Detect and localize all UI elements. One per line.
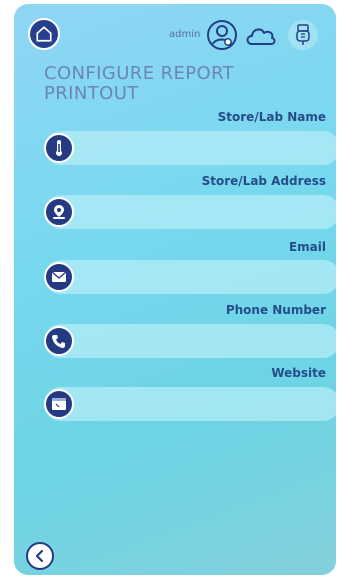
cloud-button[interactable] (244, 19, 278, 51)
chevron-left-icon (35, 549, 44, 563)
location-pin-icon (44, 197, 74, 227)
store-address-label: Store/Lab Address (201, 174, 326, 188)
page-title: CONFIGURE REPORT PRINTOUT (44, 63, 235, 104)
user-settings-icon (207, 20, 237, 50)
configure-report-screen: admin CONFIGURE REPORT PRINTOUT Store/La… (14, 4, 336, 575)
phone-number-label: Phone Number (225, 303, 326, 317)
store-address-field[interactable] (44, 195, 336, 231)
browser-window-icon (44, 389, 74, 419)
usb-button[interactable] (288, 20, 318, 50)
user-settings-button[interactable] (206, 19, 238, 51)
store-name-label: Store/Lab Name (217, 110, 326, 124)
cloud-icon (246, 28, 276, 45)
store-name-field[interactable] (44, 131, 336, 167)
email-label: Email (288, 240, 326, 254)
usb-icon (296, 24, 310, 45)
store-name-input[interactable] (84, 131, 328, 167)
store-address-input[interactable] (84, 195, 328, 231)
email-field[interactable] (44, 260, 336, 296)
phone-icon (44, 326, 74, 356)
envelope-icon (44, 262, 74, 292)
user-name-label: admin (169, 29, 201, 40)
website-label: Website (271, 366, 326, 380)
email-input[interactable] (84, 260, 328, 296)
home-button[interactable] (28, 18, 60, 50)
phone-number-input[interactable] (84, 324, 328, 360)
back-button[interactable] (26, 542, 54, 570)
phone-number-field[interactable] (44, 324, 336, 360)
home-icon (36, 26, 52, 42)
website-field[interactable] (44, 387, 336, 423)
thermometer-icon (44, 133, 74, 163)
website-input[interactable] (84, 387, 328, 423)
